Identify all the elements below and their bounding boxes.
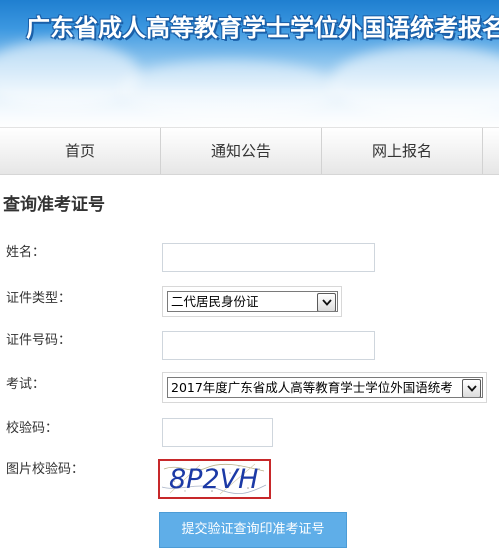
page-title: 查询准考证号 (3, 195, 105, 215)
banner-haze (0, 87, 499, 127)
nav-item-notices[interactable]: 通知公告 (161, 128, 322, 174)
id-type-selected-value: 二代居民身份证 (171, 294, 259, 309)
name-label: 姓名： (6, 245, 46, 260)
main-nav: 首页 通知公告 网上报名 (0, 127, 499, 175)
id-type-label: 证件类型： (6, 291, 72, 306)
exam-label: 考试： (6, 377, 46, 392)
image-code-label: 图片校验码： (6, 462, 85, 477)
captcha-text: 8P2VH (169, 464, 259, 495)
nav-item-online-registration[interactable]: 网上报名 (322, 128, 483, 174)
exam-select-frame: 2017年度广东省成人高等教育学士学位外国语统考 (162, 372, 487, 403)
site-title: 广东省成人高等教育学士学位外国语统考报名 (26, 14, 499, 42)
id-type-select-frame: 二代居民身份证 (162, 286, 342, 317)
chevron-down-icon[interactable] (462, 379, 481, 397)
id-number-label: 证件号码： (6, 333, 72, 348)
submit-query-button[interactable]: 提交验证查询印准考证号 (159, 512, 347, 548)
name-input[interactable] (162, 243, 375, 272)
chevron-down-icon[interactable] (317, 293, 336, 311)
id-type-select[interactable]: 二代居民身份证 (167, 291, 338, 312)
check-code-input[interactable] (162, 418, 273, 447)
exam-selected-value: 2017年度广东省成人高等教育学士学位外国语统考 (171, 380, 453, 395)
captcha-image[interactable]: 8P2VH (158, 459, 271, 499)
exam-select[interactable]: 2017年度广东省成人高等教育学士学位外国语统考 (167, 377, 483, 398)
header-banner: 广东省成人高等教育学士学位外国语统考报名 (0, 0, 499, 127)
nav-item-overflow[interactable] (483, 128, 499, 174)
nav-item-home[interactable]: 首页 (0, 128, 161, 174)
id-number-input[interactable] (162, 331, 375, 360)
check-code-label: 校验码： (6, 421, 59, 436)
